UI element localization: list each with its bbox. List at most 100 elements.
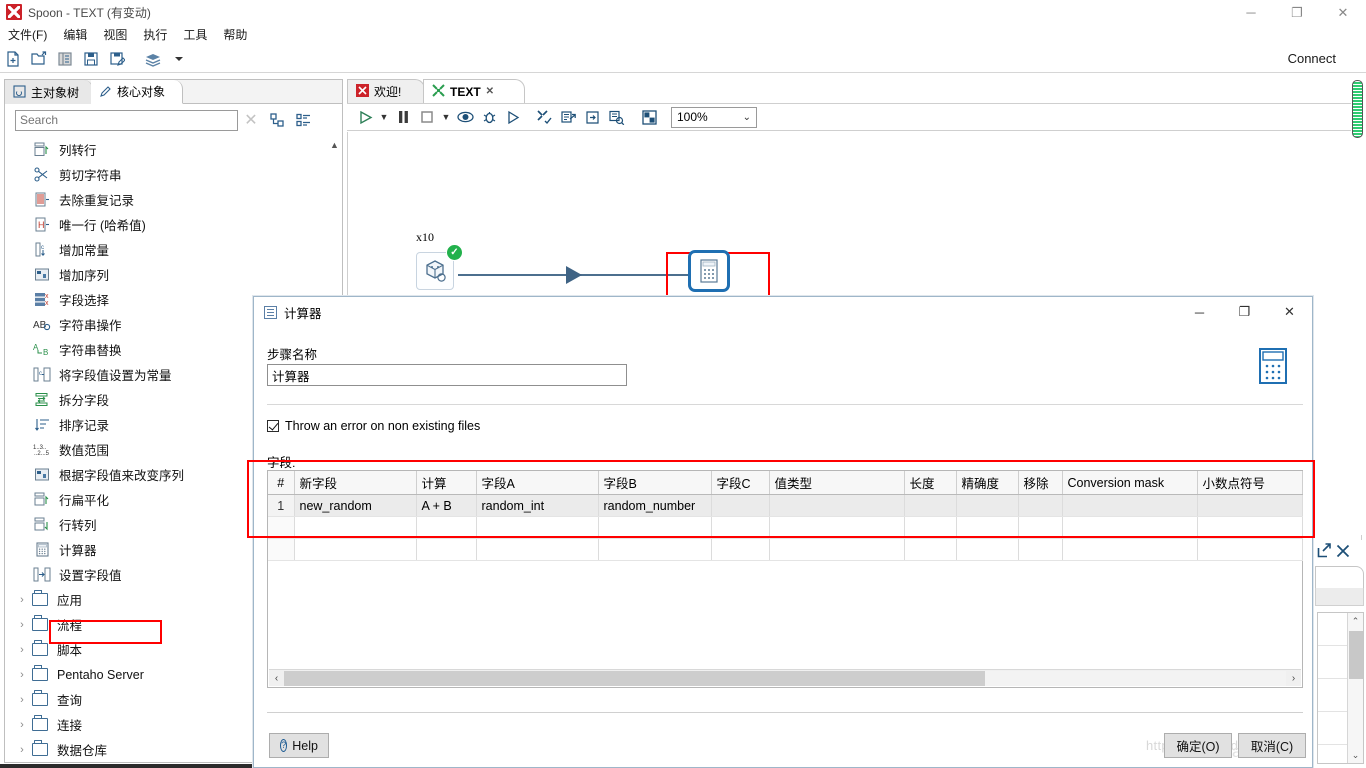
cell-precision[interactable] (956, 538, 1019, 561)
grid-scroll-thumb[interactable] (284, 670, 986, 686)
cell-conversion-mask[interactable] (1062, 516, 1198, 539)
col-header-value-type[interactable]: 值类型 (769, 471, 905, 495)
new-file-icon[interactable] (0, 47, 26, 71)
cell-value-type[interactable] (769, 516, 905, 539)
search-input[interactable] (15, 109, 238, 131)
fields-grid[interactable]: # 新字段 计算 字段A 字段B 字段C 值类型 长度 精确度 移除 Conve… (267, 470, 1303, 688)
right-panel-grid[interactable]: ⌃ ⌄ (1317, 612, 1364, 764)
verify-icon[interactable] (533, 104, 557, 130)
maximize-button[interactable]: ❐ (1274, 0, 1320, 24)
zoom-level-select[interactable]: 100% ⌄ (671, 106, 757, 128)
explorer-icon[interactable] (52, 47, 78, 71)
cell-new-field[interactable] (294, 538, 417, 561)
stop-icon[interactable] (415, 104, 439, 130)
col-header-field-b[interactable]: 字段B (598, 471, 712, 495)
menu-edit[interactable]: 编辑 (55, 24, 95, 45)
connect-label[interactable]: Connect (1288, 45, 1336, 73)
dialog-close-button[interactable]: ✕ (1267, 297, 1312, 327)
cell-conversion-mask[interactable] (1062, 494, 1198, 517)
scroll-left-arrow-icon[interactable]: ‹ (269, 673, 284, 684)
restore-panel-icon[interactable] (1317, 543, 1332, 561)
tab-text[interactable]: TEXT ✕ (423, 79, 525, 103)
cell-field-c[interactable] (711, 538, 770, 561)
cell-precision[interactable] (956, 516, 1019, 539)
col-header-length[interactable]: 长度 (904, 471, 957, 495)
impact-icon[interactable] (557, 104, 581, 130)
debug-icon[interactable] (477, 104, 501, 130)
col-header-new-field[interactable]: 新字段 (294, 471, 417, 495)
main-vertical-scrollbar[interactable] (1351, 80, 1364, 535)
save-as-icon[interactable] (104, 47, 130, 71)
cell-remove[interactable] (1018, 494, 1063, 517)
cell-calculation[interactable] (416, 516, 477, 539)
cell-length[interactable] (904, 516, 957, 539)
cell-remove[interactable] (1018, 538, 1063, 561)
expand-tree-icon[interactable] (264, 108, 290, 132)
cell-field-c[interactable] (711, 516, 770, 539)
replay-icon[interactable] (501, 104, 525, 130)
chevron-right-icon[interactable]: › (14, 644, 30, 656)
clear-x-icon[interactable]: ✕ (238, 108, 264, 132)
chevron-right-icon[interactable]: › (14, 669, 30, 681)
right-panel-scroll-thumb[interactable] (1349, 631, 1363, 679)
cell-field-b[interactable] (598, 516, 712, 539)
main-scroll-thumb[interactable] (1352, 80, 1363, 138)
cell-value-type[interactable] (769, 538, 905, 561)
ok-button[interactable]: 确定(O) (1164, 733, 1232, 758)
dropdown-caret-icon[interactable] (166, 47, 192, 71)
chevron-down-icon[interactable]: ⌄ (743, 112, 751, 123)
grid-scroll-track[interactable] (284, 670, 1286, 686)
layers-icon[interactable] (140, 47, 166, 71)
chevron-right-icon[interactable]: › (14, 594, 30, 606)
run-options-caret-icon[interactable]: ▼ (377, 104, 391, 130)
tree-item-add-sequence[interactable]: 增加序列 (6, 262, 341, 287)
scroll-up-arrow-icon[interactable]: ▲ (328, 137, 341, 153)
cell-value-type[interactable] (769, 494, 905, 517)
cell-field-a[interactable] (476, 516, 599, 539)
col-header-num[interactable]: # (268, 471, 295, 495)
scroll-up-icon[interactable]: ⌃ (1348, 613, 1363, 629)
chevron-right-icon[interactable]: › (14, 619, 30, 631)
calculator-step-icon[interactable] (688, 250, 730, 292)
cancel-button[interactable]: 取消(C) (1238, 733, 1306, 758)
dialog-maximize-button[interactable]: ❐ (1222, 297, 1267, 327)
minimize-button[interactable]: ─ (1228, 0, 1274, 24)
cell-calculation[interactable] (416, 538, 477, 561)
sql-icon[interactable] (581, 104, 605, 130)
menu-tools[interactable]: 工具 (175, 24, 215, 45)
stop-options-caret-icon[interactable]: ▼ (439, 104, 453, 130)
col-header-field-a[interactable]: 字段A (476, 471, 599, 495)
collapse-tree-icon[interactable] (290, 108, 316, 132)
chevron-right-icon[interactable]: › (14, 744, 30, 756)
preview-icon[interactable] (453, 104, 477, 130)
cell-field-b[interactable]: random_number (598, 494, 712, 517)
pause-icon[interactable] (391, 104, 415, 130)
cell-field-a[interactable]: random_int (476, 494, 599, 517)
cell-field-a[interactable] (476, 538, 599, 561)
throw-error-checkbox-row[interactable]: Throw an error on non existing files (267, 419, 480, 433)
cell-new-field[interactable] (294, 516, 417, 539)
right-panel-tab[interactable] (1315, 566, 1364, 588)
scroll-right-arrow-icon[interactable]: › (1286, 673, 1301, 684)
cell-length[interactable] (904, 494, 957, 517)
menu-file[interactable]: 文件(F) (0, 24, 55, 45)
tab-core-objects[interactable]: 核心对象 (91, 80, 183, 104)
tree-item-unique-rows-hashset[interactable]: H 唯一行 (哈希值) (6, 212, 341, 237)
grid-horizontal-scrollbar[interactable]: ‹ › (269, 669, 1301, 686)
menu-run[interactable]: 执行 (135, 24, 175, 45)
open-folder-icon[interactable] (26, 47, 52, 71)
col-header-field-c[interactable]: 字段C (711, 471, 770, 495)
tab-main-object-tree[interactable]: 主对象树 (5, 80, 93, 104)
cell-length[interactable] (904, 538, 957, 561)
close-button[interactable]: ✕ (1320, 0, 1366, 24)
chevron-right-icon[interactable]: › (14, 694, 30, 706)
canvas-node-calculator[interactable]: 计算器 (683, 250, 735, 319)
scroll-down-icon[interactable]: ⌄ (1348, 747, 1363, 763)
step-name-input[interactable] (267, 364, 627, 386)
show-grid-icon[interactable] (637, 104, 661, 130)
col-header-remove[interactable]: 移除 (1018, 471, 1063, 495)
chevron-right-icon[interactable]: › (14, 719, 30, 731)
throw-error-checkbox[interactable] (267, 420, 279, 432)
cell-remove[interactable] (1018, 516, 1063, 539)
col-header-precision[interactable]: 精确度 (956, 471, 1019, 495)
